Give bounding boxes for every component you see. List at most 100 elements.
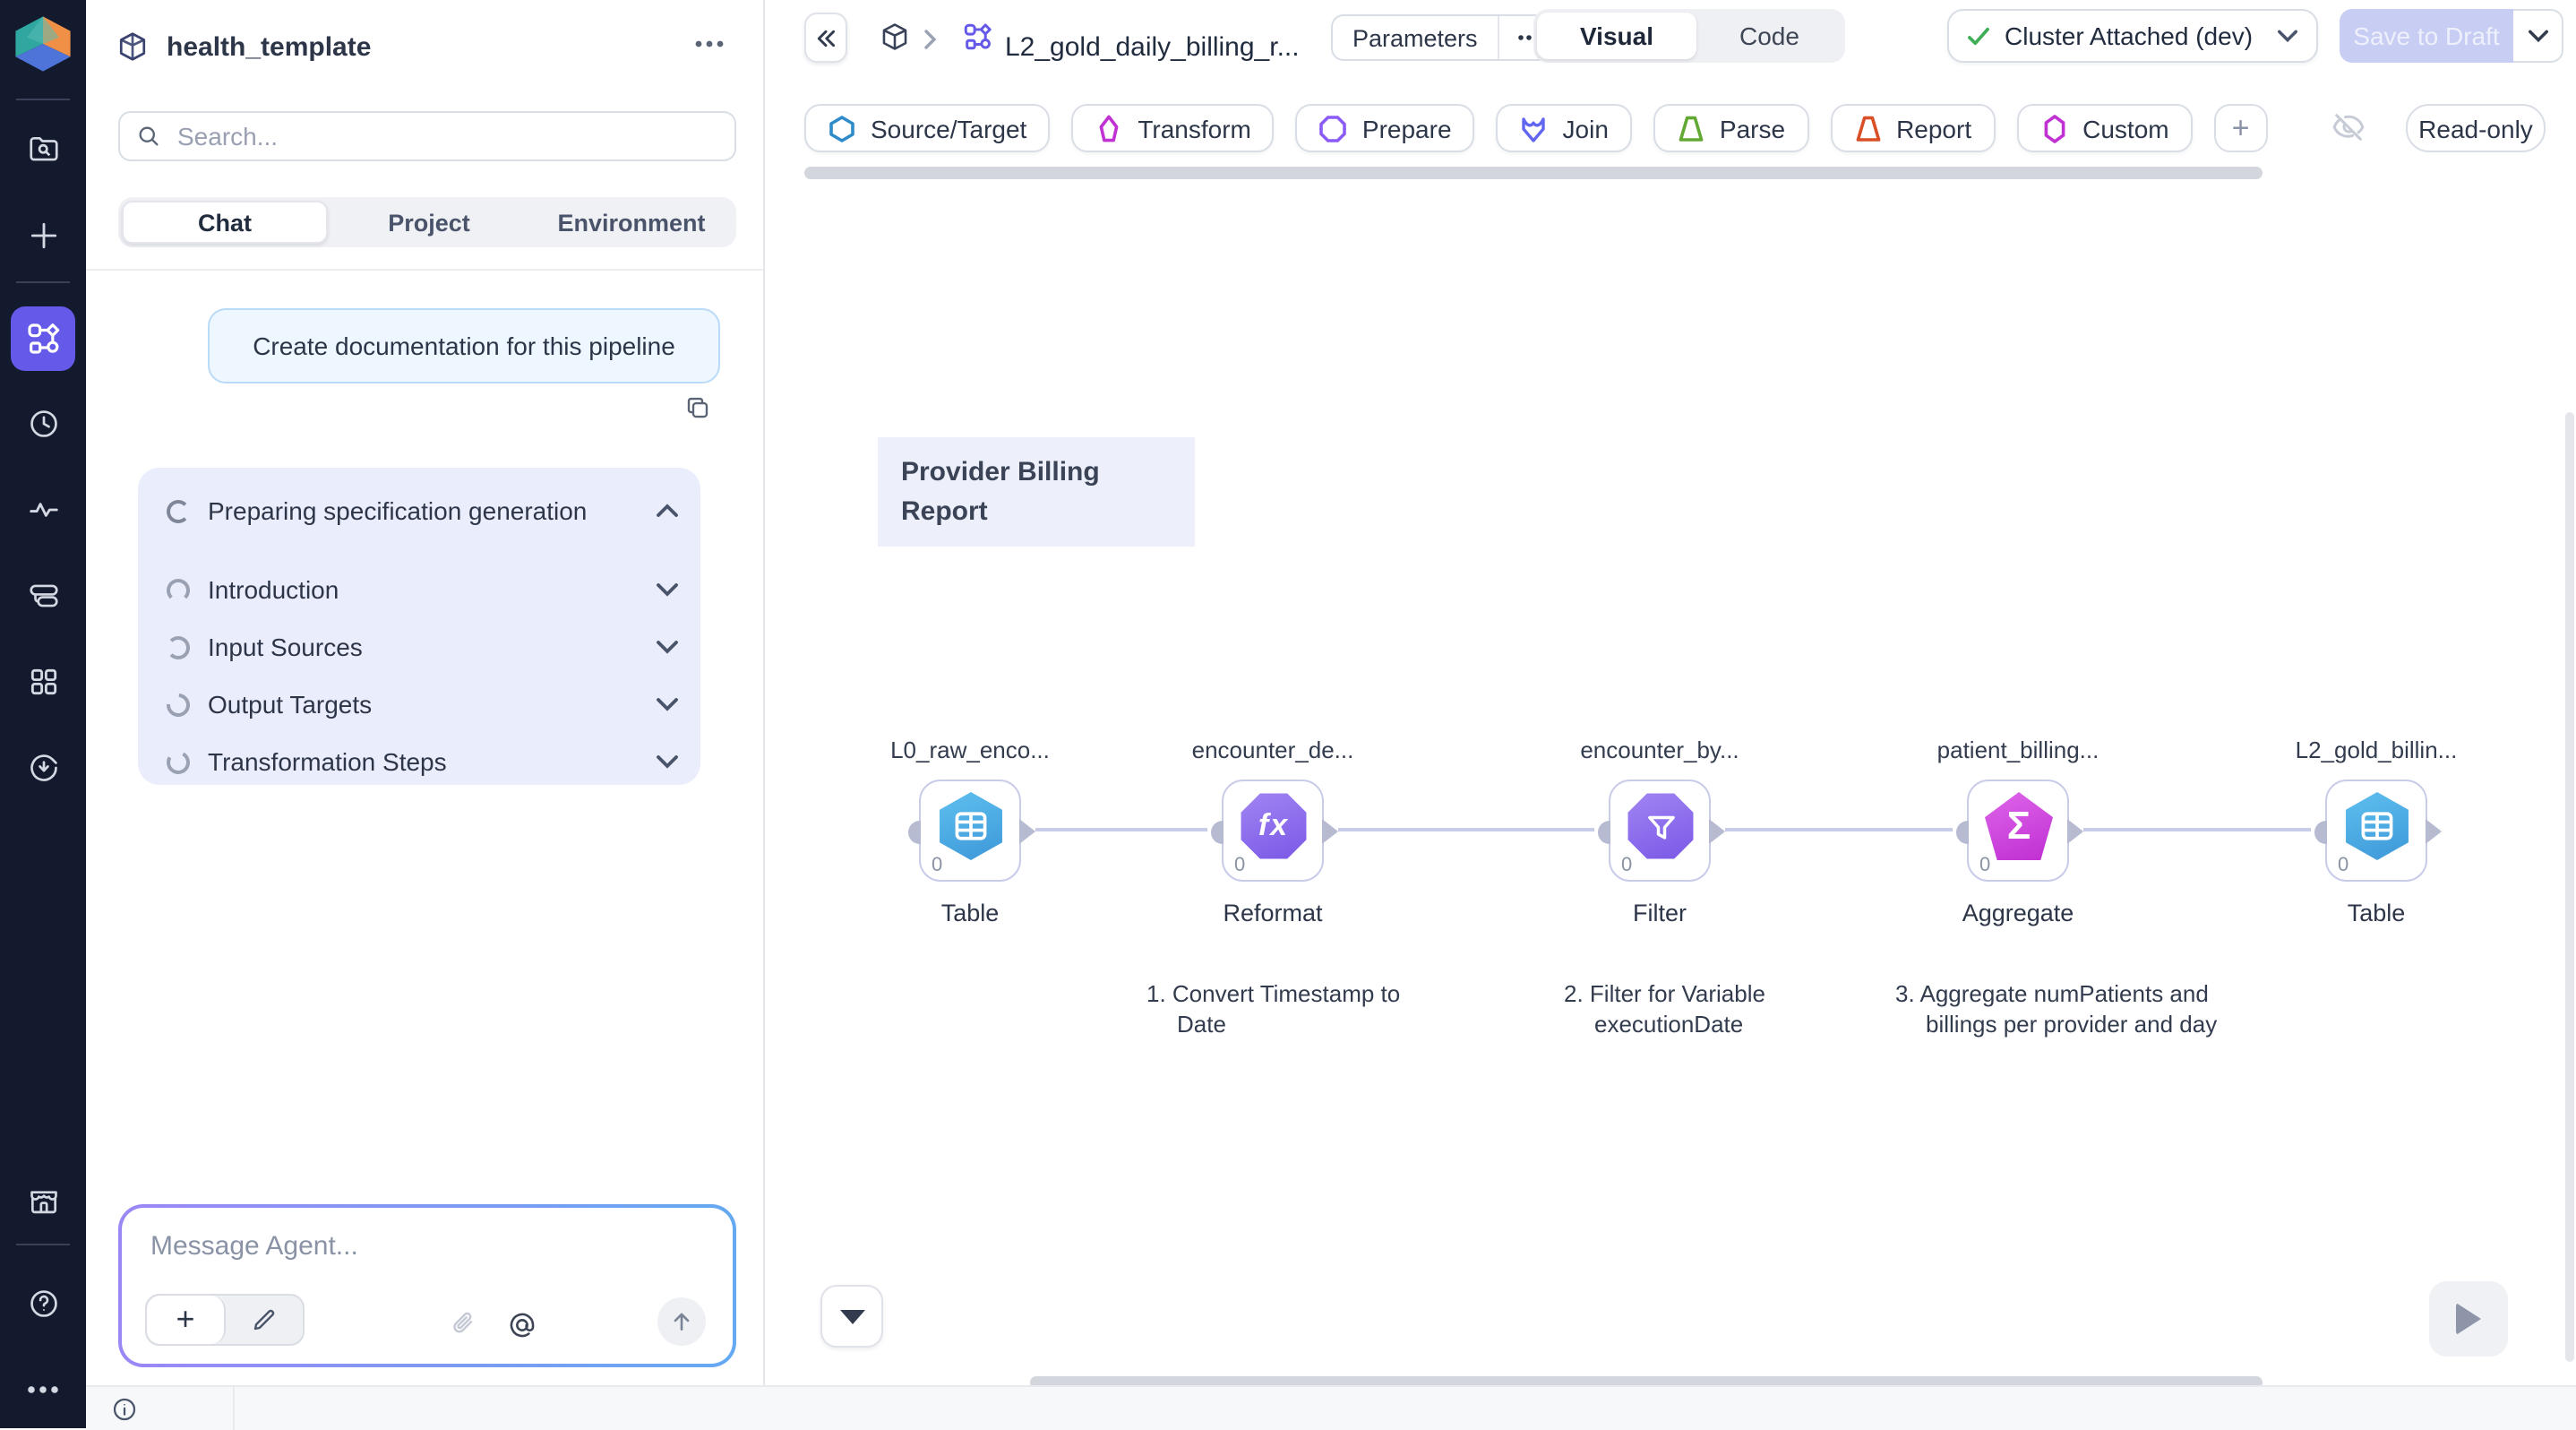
apps-icon[interactable]	[16, 654, 70, 708]
pipeline-icon	[962, 22, 992, 52]
input-port[interactable]	[1211, 821, 1224, 844]
help-icon[interactable]	[16, 1276, 70, 1330]
pipeline-name[interactable]: L2_gold_daily_billing_r...	[1005, 0, 1300, 93]
status-item-row[interactable]: Input Sources	[167, 629, 679, 665]
palette-report-button[interactable]: Report	[1830, 104, 1995, 152]
output-port[interactable]	[1019, 819, 1035, 844]
more-options-icon[interactable]	[16, 1362, 70, 1416]
canvas-dropdown-button[interactable]	[820, 1285, 883, 1348]
project-browser-icon[interactable]	[16, 122, 70, 176]
edge-connector	[1035, 828, 1207, 831]
readonly-badge[interactable]: Read-only	[2406, 104, 2546, 152]
sigma-icon: Σ	[1985, 792, 2053, 860]
input-port[interactable]	[1956, 821, 1969, 844]
edge-connector	[1725, 828, 1953, 831]
info-icon[interactable]	[111, 1396, 138, 1423]
add-context-button[interactable]: +	[147, 1296, 226, 1344]
chevron-down-icon[interactable]	[656, 697, 679, 711]
node-box[interactable]: 0	[919, 780, 1021, 882]
edit-mode-button[interactable]	[226, 1296, 303, 1344]
node-type-label: Table	[941, 900, 1000, 926]
status-item-row[interactable]: Output Targets	[167, 686, 679, 722]
sidebar-menu-icon[interactable]	[695, 39, 724, 48]
chevron-down-icon[interactable]	[656, 754, 679, 769]
cluster-selector[interactable]: Cluster Attached (dev)	[1947, 9, 2318, 63]
send-button[interactable]	[657, 1297, 706, 1346]
palette-transform-button[interactable]: Transform	[1071, 104, 1275, 152]
message-input[interactable]	[147, 1229, 656, 1263]
input-port[interactable]	[2314, 821, 2327, 844]
search-input[interactable]	[174, 120, 718, 152]
play-icon	[2456, 1303, 2481, 1335]
mention-icon[interactable]	[507, 1310, 537, 1340]
chevron-down-icon[interactable]	[656, 582, 679, 597]
save-to-draft-button[interactable]: Save to Draft	[2340, 9, 2513, 63]
search-box[interactable]	[118, 111, 736, 161]
attachment-icon[interactable]	[450, 1308, 478, 1340]
save-button-group: Save to Draft	[2340, 9, 2563, 63]
pipelines-nav-icon[interactable]	[11, 306, 75, 371]
output-port[interactable]	[1322, 819, 1338, 844]
palette-custom-button[interactable]: Custom	[2016, 104, 2192, 152]
save-options-button[interactable]	[2513, 9, 2563, 63]
add-gem-button[interactable]: +	[2214, 104, 2268, 152]
history-icon[interactable]	[16, 396, 70, 450]
status-item-row[interactable]: Transformation Steps	[167, 744, 679, 780]
annotation-1: 1. Convert Timestamp to Date	[1146, 978, 1446, 1039]
view-switcher: Visual Code	[1533, 9, 1846, 63]
node-box[interactable]: Σ 0	[1967, 780, 2069, 882]
spinner-icon	[162, 688, 195, 721]
status-item-row[interactable]: Introduction	[167, 572, 679, 607]
run-pipeline-button[interactable]	[2429, 1281, 2508, 1357]
output-port[interactable]	[2426, 819, 2442, 844]
node-box[interactable]: 0	[2325, 780, 2427, 882]
tab-code[interactable]: Code	[1696, 13, 1842, 59]
check-icon	[1967, 26, 1990, 46]
canvas-note[interactable]: Provider Billing Report	[878, 437, 1195, 547]
node-box[interactable]: 0	[1609, 780, 1711, 882]
node-patient-billing[interactable]: patient_billing... Σ 0 Aggregate	[1967, 780, 2069, 882]
marketplace-icon[interactable]	[16, 1174, 70, 1228]
tab-environment[interactable]: Environment	[530, 201, 733, 244]
tab-visual[interactable]: Visual	[1537, 13, 1696, 59]
double-chevron-left-icon	[815, 28, 837, 47]
palette-join-button[interactable]: Join	[1497, 104, 1632, 152]
tab-project[interactable]: Project	[328, 201, 530, 244]
output-port[interactable]	[2067, 819, 2083, 844]
copy-icon[interactable]	[684, 394, 711, 421]
status-title-row[interactable]: Preparing specification generation	[167, 493, 679, 529]
node-encounter-dedup[interactable]: encounter_de... fx 0 Reformat	[1222, 780, 1324, 882]
input-port[interactable]	[1598, 821, 1610, 844]
tab-chat[interactable]: Chat	[122, 201, 328, 244]
collapse-sidebar-button[interactable]	[804, 13, 847, 63]
message-composer[interactable]: +	[118, 1204, 736, 1367]
output-port[interactable]	[1709, 819, 1725, 844]
palette-scrollbar[interactable]	[804, 167, 2263, 179]
node-l2-gold-billing[interactable]: L2_gold_billin... 0 Table	[2325, 780, 2427, 882]
status-item-label: Input Sources	[208, 633, 656, 661]
palette-prepare-button[interactable]: Prepare	[1296, 104, 1475, 152]
datasets-icon[interactable]	[16, 568, 70, 622]
gem-palette: Source/Target Transform Prepare Join	[765, 93, 2576, 181]
observability-icon[interactable]	[16, 482, 70, 536]
node-title: encounter_by...	[1580, 737, 1739, 763]
prophecy-logo-icon[interactable]	[11, 14, 75, 73]
parameters-button[interactable]: Parameters	[1333, 16, 1498, 59]
node-box[interactable]: fx 0	[1222, 780, 1324, 882]
palette-source-target-button[interactable]: Source/Target	[804, 104, 1050, 152]
chevron-down-icon[interactable]	[656, 640, 679, 654]
footer-divider	[233, 1387, 235, 1430]
create-new-icon[interactable]	[16, 208, 70, 262]
node-l0-raw-encounters[interactable]: L0_raw_enco... 0 Table	[919, 780, 1021, 882]
pipeline-canvas[interactable]: Provider Billing Report L0_raw_enco... 0…	[765, 179, 2576, 1385]
palette-parse-button[interactable]: Parse	[1653, 104, 1808, 152]
node-encounter-by-date[interactable]: encounter_by... 0 Filter	[1609, 780, 1711, 882]
input-port[interactable]	[908, 821, 921, 844]
project-cube-icon[interactable]	[880, 22, 910, 52]
eye-off-icon[interactable]	[2331, 109, 2366, 145]
deployments-icon[interactable]	[16, 740, 70, 794]
canvas-vertical-scrollbar[interactable]	[2565, 412, 2574, 1362]
user-chat-message: Create documentation for this pipeline	[208, 308, 720, 383]
chevron-up-icon[interactable]	[656, 504, 679, 518]
palette-label: Report	[1896, 114, 1971, 142]
